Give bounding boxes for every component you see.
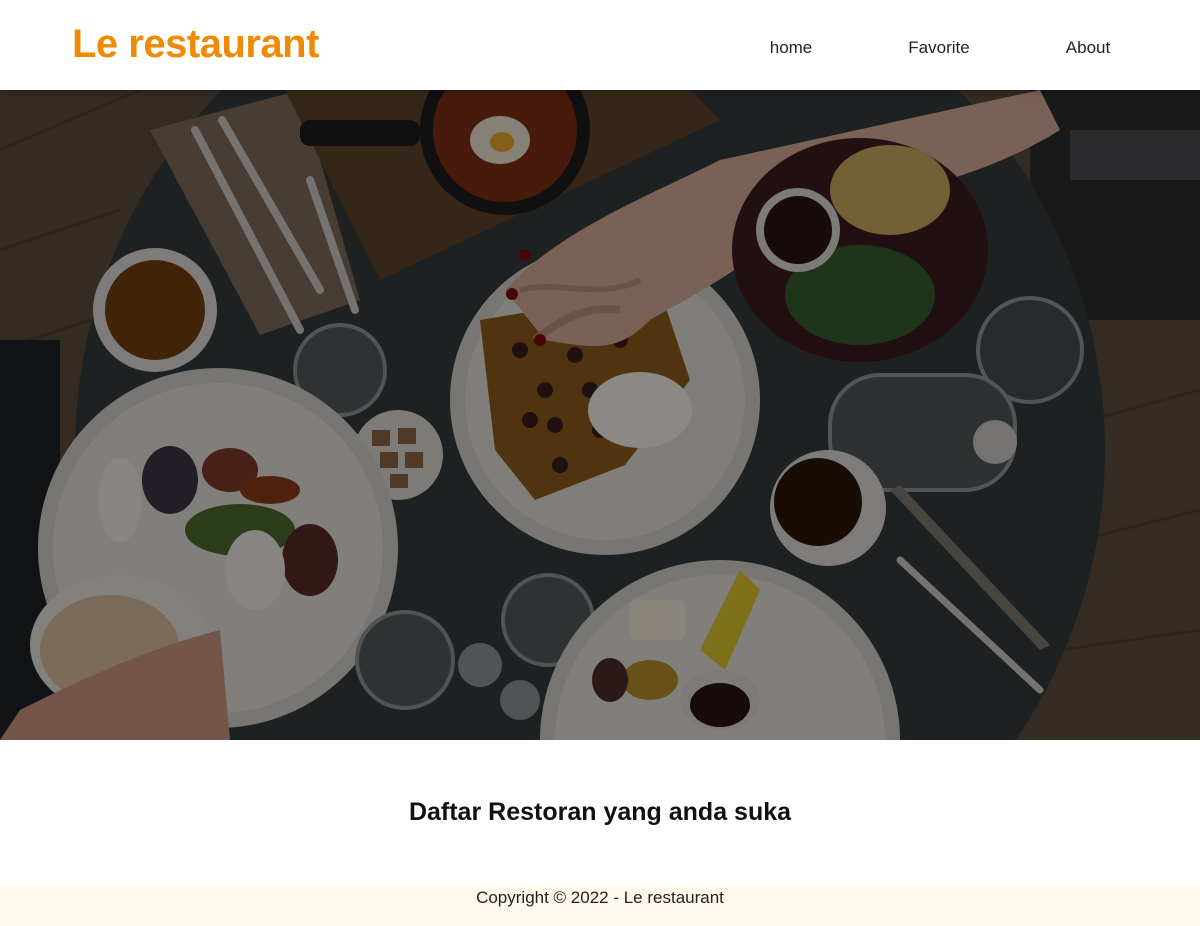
brand-logo-link[interactable]: Le restaurant bbox=[72, 22, 319, 67]
footer: Copyright © 2022 - Le restaurant bbox=[0, 886, 1200, 926]
nav-about-link[interactable]: About bbox=[1066, 38, 1110, 58]
page-title: Daftar Restoran yang anda suka bbox=[408, 798, 792, 826]
footer-copyright: Copyright © 2022 - Le restaurant bbox=[476, 888, 724, 907]
hero-food-illustration bbox=[0, 90, 1200, 740]
nav-favorite-link[interactable]: Favorite bbox=[908, 38, 969, 58]
hero-image bbox=[0, 90, 1200, 740]
app-header: Le restaurant home Favorite About bbox=[0, 0, 1200, 90]
nav-home-link[interactable]: home bbox=[770, 38, 813, 58]
